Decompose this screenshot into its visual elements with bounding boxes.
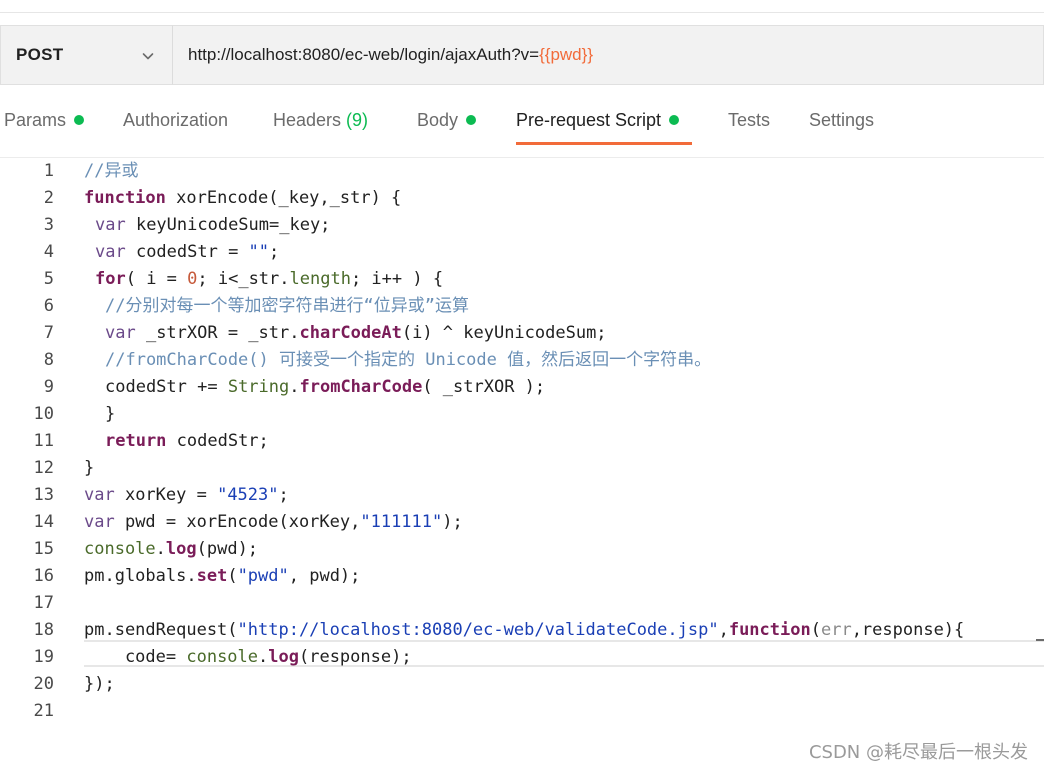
code-line: 16 pm.globals.set("pwd", pwd); — [0, 563, 1044, 590]
tab-headers[interactable]: Headers (9) — [273, 96, 368, 144]
status-dot-icon — [466, 115, 477, 125]
tab-body[interactable]: Body — [417, 96, 477, 144]
request-bar: POST http://localhost:8080/ec-web/login/… — [0, 25, 1044, 85]
code-line: 1 //异或 — [0, 158, 1044, 185]
code-line: 13 var xorKey = "4523"; — [0, 482, 1044, 509]
line-number: 17 — [33, 593, 54, 613]
code-line: 4 var codedStr = ""; — [0, 239, 1044, 266]
line-number: 14 — [33, 512, 54, 532]
code-line: 10 } — [0, 401, 1044, 428]
url-variable: {{pwd}} — [539, 45, 593, 64]
top-divider — [0, 12, 1044, 13]
line-number: 16 — [33, 566, 54, 586]
code-line: 15 console.log(pwd); — [0, 536, 1044, 563]
line-number: 5 — [43, 269, 54, 289]
code-line: 12 } — [0, 455, 1044, 482]
line-number: 3 — [43, 215, 54, 235]
line-number: 8 — [43, 350, 54, 370]
tab-settings[interactable]: Settings — [809, 96, 874, 144]
line-number: 1 — [43, 161, 54, 181]
watermark: CSDN @耗尽最后一根头发 — [808, 742, 1028, 763]
code-line: 17 — [0, 590, 1044, 617]
active-tab-indicator — [516, 142, 692, 145]
line-number: 20 — [33, 674, 54, 694]
code-line: 6 //分别对每一个等加密字符串进行“位异或”运算 — [0, 293, 1044, 320]
line-number: 12 — [33, 458, 54, 478]
line-number: 10 — [33, 404, 54, 424]
tab-authorization[interactable]: Authorization — [123, 96, 228, 144]
line-number: 2 — [43, 188, 54, 208]
code-line: 21 — [0, 698, 1044, 725]
line-number: 7 — [43, 323, 54, 343]
headers-count-badge: (9) — [346, 109, 369, 130]
line-number: 11 — [33, 431, 54, 451]
method-label: POST — [16, 45, 64, 64]
line-number: 13 — [33, 485, 54, 505]
line-number: 19 — [33, 647, 54, 667]
line-number: 18 — [33, 620, 54, 640]
line-number: 15 — [33, 539, 54, 559]
request-tabs: Params Authorization Headers (9) Body Pre… — [0, 96, 1044, 158]
method-select[interactable]: POST — [0, 25, 172, 85]
tab-pre-request-script[interactable]: Pre-request Script — [516, 96, 680, 144]
tab-tests[interactable]: Tests — [728, 96, 770, 144]
code-line: 2 function xorEncode(_key,_str) { — [0, 185, 1044, 212]
line-number: 4 — [43, 242, 54, 262]
code-line: 11 return codedStr; — [0, 428, 1044, 455]
line-number: 21 — [33, 701, 54, 721]
chevron-down-icon — [142, 53, 154, 60]
code-line: 18 pm.sendRequest("http://localhost:8080… — [0, 617, 1044, 644]
code-line: 7 var _strXOR = _str.charCodeAt(i) ^ key… — [0, 320, 1044, 347]
tab-params[interactable]: Params — [4, 96, 85, 144]
url-input[interactable]: http://localhost:8080/ec-web/login/ajaxA… — [172, 25, 1044, 85]
script-editor[interactable]: 1 //异或 2 function xorEncode(_key,_str) {… — [0, 158, 1044, 728]
code-line: 9 codedStr += String.fromCharCode( _strX… — [0, 374, 1044, 401]
code-line: 3 var keyUnicodeSum=_key; — [0, 212, 1044, 239]
code-line: 14 var pwd = xorEncode(xorKey,"111111"); — [0, 509, 1044, 536]
line-number: 9 — [43, 377, 54, 397]
code-line: 5 for( i = 0; i<_str.length; i++ ) { — [0, 266, 1044, 293]
code-line: 8 //fromCharCode() 可接受一个指定的 Unicode 值，然后… — [0, 347, 1044, 374]
code-line: 19 code= console.log(response); — [0, 644, 1044, 671]
code-line: 20 }); — [0, 671, 1044, 698]
url-text: http://localhost:8080/ec-web/login/ajaxA… — [188, 45, 540, 64]
status-dot-icon — [74, 115, 85, 125]
line-number: 6 — [43, 296, 54, 316]
status-dot-icon — [669, 115, 680, 125]
